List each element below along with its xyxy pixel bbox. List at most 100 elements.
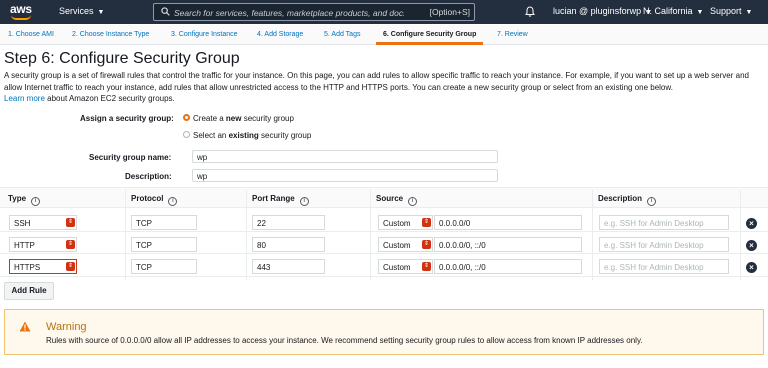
- select-arrow-icon: ⇕: [66, 262, 75, 271]
- remove-rule-icon[interactable]: ×: [746, 240, 757, 251]
- type-select[interactable]: SSH ⇕: [9, 215, 77, 230]
- info-icon[interactable]: i: [647, 197, 657, 206]
- search-shortcut: [Option+S]: [429, 7, 470, 17]
- region-menu[interactable]: N. California ▼: [643, 6, 703, 16]
- bell-icon[interactable]: [525, 6, 535, 17]
- region-label: N. California: [643, 6, 693, 16]
- type-value: HTTP: [14, 241, 35, 250]
- info-icon[interactable]: i: [408, 197, 418, 206]
- select-existing-pre: Select an: [193, 131, 229, 140]
- col-source-header: Source i: [376, 194, 418, 206]
- radio-create-new[interactable]: [183, 114, 190, 121]
- col-source-label: Source: [376, 194, 404, 203]
- search-input[interactable]: [174, 7, 404, 18]
- source-mode-value: Custom: [383, 219, 411, 228]
- select-arrow-icon: ⇕: [422, 262, 431, 271]
- port-range-field[interactable]: 80: [252, 237, 325, 252]
- remove-rule-icon[interactable]: ×: [746, 262, 757, 273]
- select-arrow-icon: ⇕: [422, 240, 431, 249]
- create-new-label: Create a new security group: [193, 114, 294, 123]
- port-range-field[interactable]: 22: [252, 215, 325, 230]
- rule-description-field[interactable]: e.g. SSH for Admin Desktop: [599, 259, 729, 274]
- column-divider: [592, 190, 593, 280]
- create-new-bold: new: [225, 114, 242, 123]
- type-value: SSH: [14, 219, 31, 228]
- assign-group-label: Assign a security group:: [80, 114, 174, 123]
- tab-add-storage[interactable]: 4. Add Storage: [257, 31, 303, 38]
- rules-table-header: Type i Protocol i Port Range i Source i Desc…: [0, 187, 768, 208]
- column-divider: [125, 190, 126, 280]
- type-select[interactable]: HTTP ⇕: [9, 237, 77, 252]
- row-divider: [0, 253, 768, 254]
- tab-configure-security-group[interactable]: 6. Configure Security Group: [383, 31, 476, 38]
- learn-more-link[interactable]: Learn more: [4, 94, 45, 103]
- column-divider: [246, 190, 247, 280]
- source-select[interactable]: Custom ⇕: [378, 215, 433, 230]
- wizard-steps: 1. Choose AMI 2. Choose Instance Type 3.…: [0, 25, 768, 45]
- tab-review[interactable]: 7. Review: [497, 31, 528, 38]
- warning-triangle-icon: [19, 321, 31, 332]
- col-type-label: Type: [8, 194, 27, 203]
- tab-choose-ami[interactable]: 1. Choose AMI: [8, 31, 54, 38]
- remove-rule-icon[interactable]: ×: [746, 218, 757, 229]
- page-title: Step 6: Configure Security Group: [4, 50, 240, 67]
- tab-configure-instance[interactable]: 3. Configure Instance: [171, 31, 238, 38]
- aws-logo-text: aws: [10, 2, 32, 16]
- select-arrow-icon: ⇕: [66, 218, 75, 227]
- source-select[interactable]: Custom ⇕: [378, 237, 433, 252]
- radio-select-existing[interactable]: [183, 131, 190, 138]
- account-menu[interactable]: lucian @ pluginsforwp ▼: [553, 6, 652, 16]
- port-range-field[interactable]: 443: [252, 259, 325, 274]
- warning-title: Warning: [46, 321, 87, 333]
- source-mode-value: Custom: [383, 263, 411, 272]
- source-cidr-field[interactable]: 0.0.0.0/0: [434, 215, 582, 230]
- select-existing-label: Select an existing security group: [193, 131, 311, 140]
- aws-logo[interactable]: aws: [8, 2, 38, 22]
- support-menu[interactable]: Support ▼: [710, 6, 752, 16]
- active-tab-indicator: [376, 42, 483, 45]
- group-description-field[interactable]: wp: [192, 169, 498, 182]
- col-protocol-header: Protocol i: [131, 194, 178, 206]
- caret-down-icon: ▼: [745, 9, 753, 16]
- col-protocol-label: Protocol: [131, 194, 164, 203]
- source-mode-value: Custom: [383, 241, 411, 250]
- search-box[interactable]: [Option+S]: [153, 3, 475, 21]
- rule-description-field[interactable]: e.g. SSH for Admin Desktop: [599, 215, 729, 230]
- col-type-header: Type i: [8, 194, 41, 206]
- protocol-field: TCP: [131, 215, 197, 230]
- intro-text: A security group is a set of firewall ru…: [4, 70, 764, 105]
- info-icon[interactable]: i: [31, 197, 41, 206]
- services-menu[interactable]: Services ▼: [59, 6, 104, 16]
- search-icon: [161, 7, 170, 16]
- aws-logo-smile-icon: [11, 15, 31, 20]
- warning-alert: Warning Rules with source of 0.0.0.0/0 a…: [4, 309, 764, 355]
- col-description-label: Description: [598, 194, 643, 203]
- col-port-header: Port Range i: [252, 194, 309, 206]
- tab-add-tags[interactable]: 5. Add Tags: [324, 31, 360, 38]
- source-cidr-field[interactable]: 0.0.0.0/0, ::/0: [434, 237, 582, 252]
- create-new-post: security group: [241, 114, 294, 123]
- select-arrow-icon: ⇕: [422, 218, 431, 227]
- description-label: Description:: [125, 172, 172, 181]
- column-divider: [370, 190, 371, 280]
- select-arrow-icon: ⇕: [66, 240, 75, 249]
- rule-description-field[interactable]: e.g. SSH for Admin Desktop: [599, 237, 729, 252]
- select-existing-bold: existing: [228, 131, 259, 140]
- support-label: Support: [710, 6, 742, 16]
- info-icon[interactable]: i: [299, 197, 309, 206]
- group-name-label: Security group name:: [89, 153, 172, 162]
- type-select[interactable]: HTTPS ⇕: [9, 259, 77, 274]
- intro-paragraph: A security group is a set of firewall ru…: [4, 71, 749, 92]
- top-nav-bar: aws Services▼ [Option+S] lucian @ plugin…: [0, 0, 768, 24]
- source-cidr-field[interactable]: 0.0.0.0/0, ::/0: [434, 259, 582, 274]
- source-select[interactable]: Custom ⇕: [378, 259, 433, 274]
- row-divider: [0, 231, 768, 232]
- tab-choose-instance-type[interactable]: 2. Choose Instance Type: [72, 31, 149, 38]
- group-name-field[interactable]: wp: [192, 150, 498, 163]
- protocol-field: TCP: [131, 237, 197, 252]
- info-icon[interactable]: i: [168, 197, 178, 206]
- col-port-label: Port Range: [252, 194, 295, 203]
- row-divider: [0, 276, 768, 277]
- caret-down-icon: ▼: [696, 9, 704, 16]
- add-rule-button[interactable]: Add Rule: [4, 282, 54, 300]
